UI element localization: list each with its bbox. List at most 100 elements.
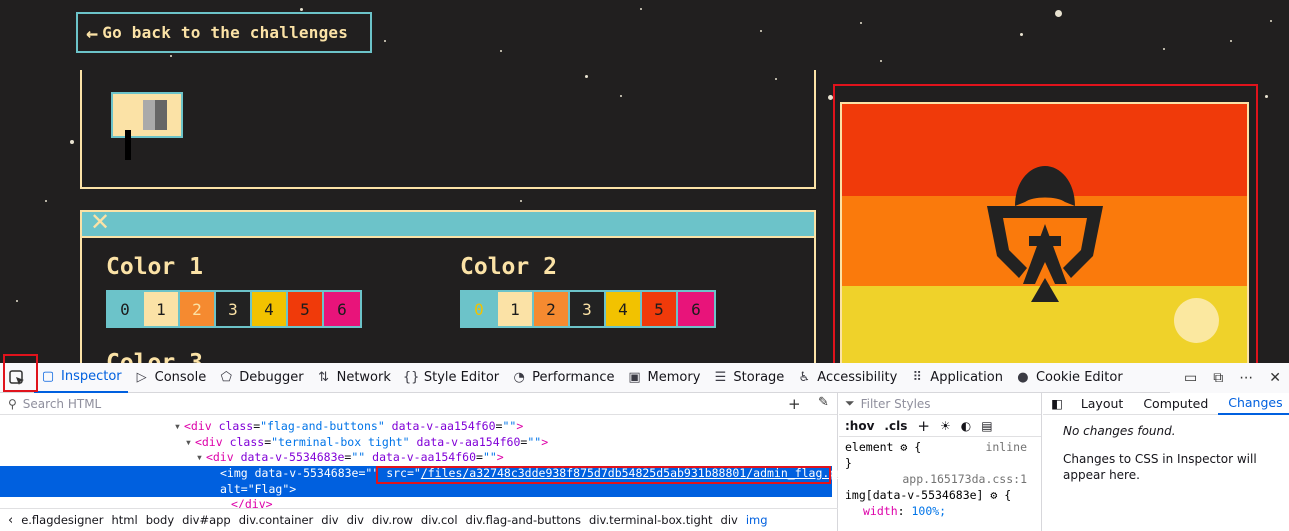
responsive-mode-icon[interactable]: ⧉ bbox=[1213, 370, 1223, 386]
tab-label: Inspector bbox=[61, 369, 122, 384]
expand-toggle-icon[interactable]: ▾ bbox=[196, 450, 203, 464]
tab-cookie-editor[interactable]: ● Cookie Editor bbox=[1009, 363, 1129, 393]
eyedropper-icon[interactable]: ✎ bbox=[818, 395, 829, 410]
rule-open-brace: { bbox=[914, 440, 922, 454]
img-rule-selector: img[data-v-5534683e] bbox=[845, 488, 984, 502]
color2-option-2[interactable]: 2 bbox=[534, 292, 570, 326]
highlight-flag-box bbox=[833, 84, 1258, 363]
tab-computed[interactable]: Computed bbox=[1133, 393, 1218, 415]
sidebar-toggle-icon[interactable]: ◧ bbox=[1043, 393, 1071, 415]
panel-header: ✕ bbox=[82, 208, 814, 238]
closing-div-tag: </div> bbox=[231, 497, 273, 508]
breadcrumb-item[interactable]: div.container bbox=[239, 513, 314, 527]
breadcrumb-item[interactable]: div.flag-and-buttons bbox=[466, 513, 582, 527]
close-devtools-icon[interactable]: ✕ bbox=[1269, 370, 1281, 386]
color1-option-5[interactable]: 5 bbox=[288, 292, 324, 326]
rules-toolbar: :hov .cls + ☀ ◐ ▤ bbox=[839, 415, 1041, 437]
swatch-color bbox=[155, 100, 167, 130]
breadcrumb-item[interactable]: div.col bbox=[421, 513, 458, 527]
breadcrumb-item[interactable]: html bbox=[111, 513, 137, 527]
filter-styles-input[interactable]: Filter Styles bbox=[861, 397, 931, 411]
rule-source-link[interactable]: app.165173da.css:1 bbox=[845, 471, 1027, 487]
tab-inspector[interactable]: ▢ Inspector bbox=[34, 363, 128, 393]
performance-icon: ◔ bbox=[513, 370, 525, 385]
expand-toggle-icon[interactable]: ▾ bbox=[185, 435, 192, 449]
color1-option-2[interactable]: 2 bbox=[180, 292, 216, 326]
more-options-icon[interactable]: ⋯ bbox=[1239, 370, 1253, 386]
breadcrumb-item[interactable]: e.flagdesigner bbox=[21, 513, 103, 527]
sidebar-tabs: ◧ Layout Computed Changes bbox=[1043, 393, 1289, 415]
markup-node[interactable]: ▾ <div class="terminal-box tight" data-v-… bbox=[185, 435, 548, 451]
tab-memory[interactable]: ▣ Memory bbox=[621, 363, 707, 393]
tab-style-editor[interactable]: {} Style Editor bbox=[397, 363, 505, 393]
tab-storage[interactable]: ☰ Storage bbox=[706, 363, 790, 393]
star bbox=[16, 300, 18, 302]
breadcrumb-item[interactable]: div.row bbox=[372, 513, 413, 527]
tab-layout[interactable]: Layout bbox=[1071, 393, 1134, 415]
color1-label: Color 1 bbox=[106, 254, 203, 280]
css-property[interactable]: width bbox=[863, 504, 898, 518]
tab-label: Debugger bbox=[239, 370, 304, 385]
close-icon[interactable]: ✕ bbox=[90, 208, 110, 236]
breadcrumb-item[interactable]: div bbox=[321, 513, 338, 527]
star bbox=[45, 200, 47, 202]
breadcrumb-item[interactable]: body bbox=[146, 513, 174, 527]
color2-option-0[interactable]: 0 bbox=[462, 292, 498, 326]
gear-icon[interactable]: ⚙ bbox=[900, 440, 907, 454]
color1-option-0[interactable]: 0 bbox=[108, 292, 144, 326]
tab-network[interactable]: ⇅ Network bbox=[310, 363, 397, 393]
tab-performance[interactable]: ◔ Performance bbox=[505, 363, 620, 393]
expand-toggle-icon[interactable]: ▾ bbox=[174, 419, 181, 433]
color2-option-1[interactable]: 1 bbox=[498, 292, 534, 326]
color2-option-6[interactable]: 6 bbox=[678, 292, 714, 326]
breadcrumb-item[interactable]: div bbox=[347, 513, 364, 527]
search-html-input[interactable]: Search HTML bbox=[23, 397, 101, 411]
swatch-color bbox=[125, 130, 131, 160]
color2-option-3[interactable]: 3 bbox=[570, 292, 606, 326]
light-mode-icon[interactable]: ☀ bbox=[940, 419, 951, 433]
markup-node[interactable]: ▾ <div class="flag-and-buttons" data-v-aa… bbox=[174, 419, 523, 435]
tab-debugger[interactable]: ⬠ Debugger bbox=[212, 363, 309, 393]
css-value[interactable]: 100%; bbox=[911, 504, 946, 518]
img-attr: data-v-5534683e bbox=[254, 466, 359, 480]
tab-label: Accessibility bbox=[817, 370, 898, 385]
tab-label: Style Editor bbox=[423, 370, 500, 385]
style-editor-icon: {} bbox=[402, 370, 420, 385]
dark-mode-icon[interactable]: ◐ bbox=[961, 419, 971, 433]
gear-icon[interactable]: ⚙ bbox=[990, 488, 997, 502]
rules-pane: ⏷ Filter Styles :hov .cls + ☀ ◐ ▤ elemen… bbox=[839, 393, 1042, 531]
swatch-color bbox=[143, 100, 155, 130]
tab-label: Storage bbox=[733, 370, 785, 385]
tab-accessibility[interactable]: ♿ Accessibility bbox=[790, 363, 903, 393]
add-node-icon[interactable]: + bbox=[788, 395, 801, 413]
color2-option-5[interactable]: 5 bbox=[642, 292, 678, 326]
color1-option-1[interactable]: 1 bbox=[144, 292, 180, 326]
star bbox=[520, 200, 522, 202]
star bbox=[170, 55, 172, 57]
changes-pane: ◧ Layout Computed Changes No changes found… bbox=[1043, 393, 1289, 531]
cls-toggle[interactable]: .cls bbox=[884, 419, 907, 433]
breadcrumb-item[interactable]: div bbox=[721, 513, 738, 527]
color1-option-4[interactable]: 4 bbox=[252, 292, 288, 326]
markup-node[interactable]: ▾ <div data-v-5534683e="" data-v-aa154f60… bbox=[196, 450, 504, 466]
html-pane: ⚲ Search HTML + ✎ ▾ <div class="flag-and-… bbox=[0, 393, 857, 531]
color1-option-3[interactable]: 3 bbox=[216, 292, 252, 326]
star bbox=[1265, 95, 1268, 98]
breadcrumb-item[interactable]: div.terminal-box.tight bbox=[589, 513, 713, 527]
back-to-challenges-button[interactable]: ← Go back to the challenges bbox=[76, 12, 372, 53]
dock-icon[interactable]: ▭ bbox=[1184, 370, 1197, 386]
swatch-button[interactable] bbox=[111, 92, 183, 160]
breadcrumb-item[interactable]: img bbox=[746, 513, 768, 527]
tab-console[interactable]: ▷ Console bbox=[128, 363, 213, 393]
breadcrumb-item[interactable]: div#app bbox=[182, 513, 231, 527]
tab-application[interactable]: ⠿ Application bbox=[903, 363, 1009, 393]
print-media-icon[interactable]: ▤ bbox=[981, 419, 992, 433]
add-rule-icon[interactable]: + bbox=[917, 417, 930, 435]
filter-icon: ⏷ bbox=[845, 396, 855, 410]
color1-option-6[interactable]: 6 bbox=[324, 292, 360, 326]
tab-changes[interactable]: Changes bbox=[1218, 393, 1289, 415]
breadcrumb-left-arrow-icon[interactable]: ‹ bbox=[8, 513, 13, 528]
hov-toggle[interactable]: :hov bbox=[845, 419, 874, 433]
color2-option-4[interactable]: 4 bbox=[606, 292, 642, 326]
tab-label: Performance bbox=[532, 370, 615, 385]
